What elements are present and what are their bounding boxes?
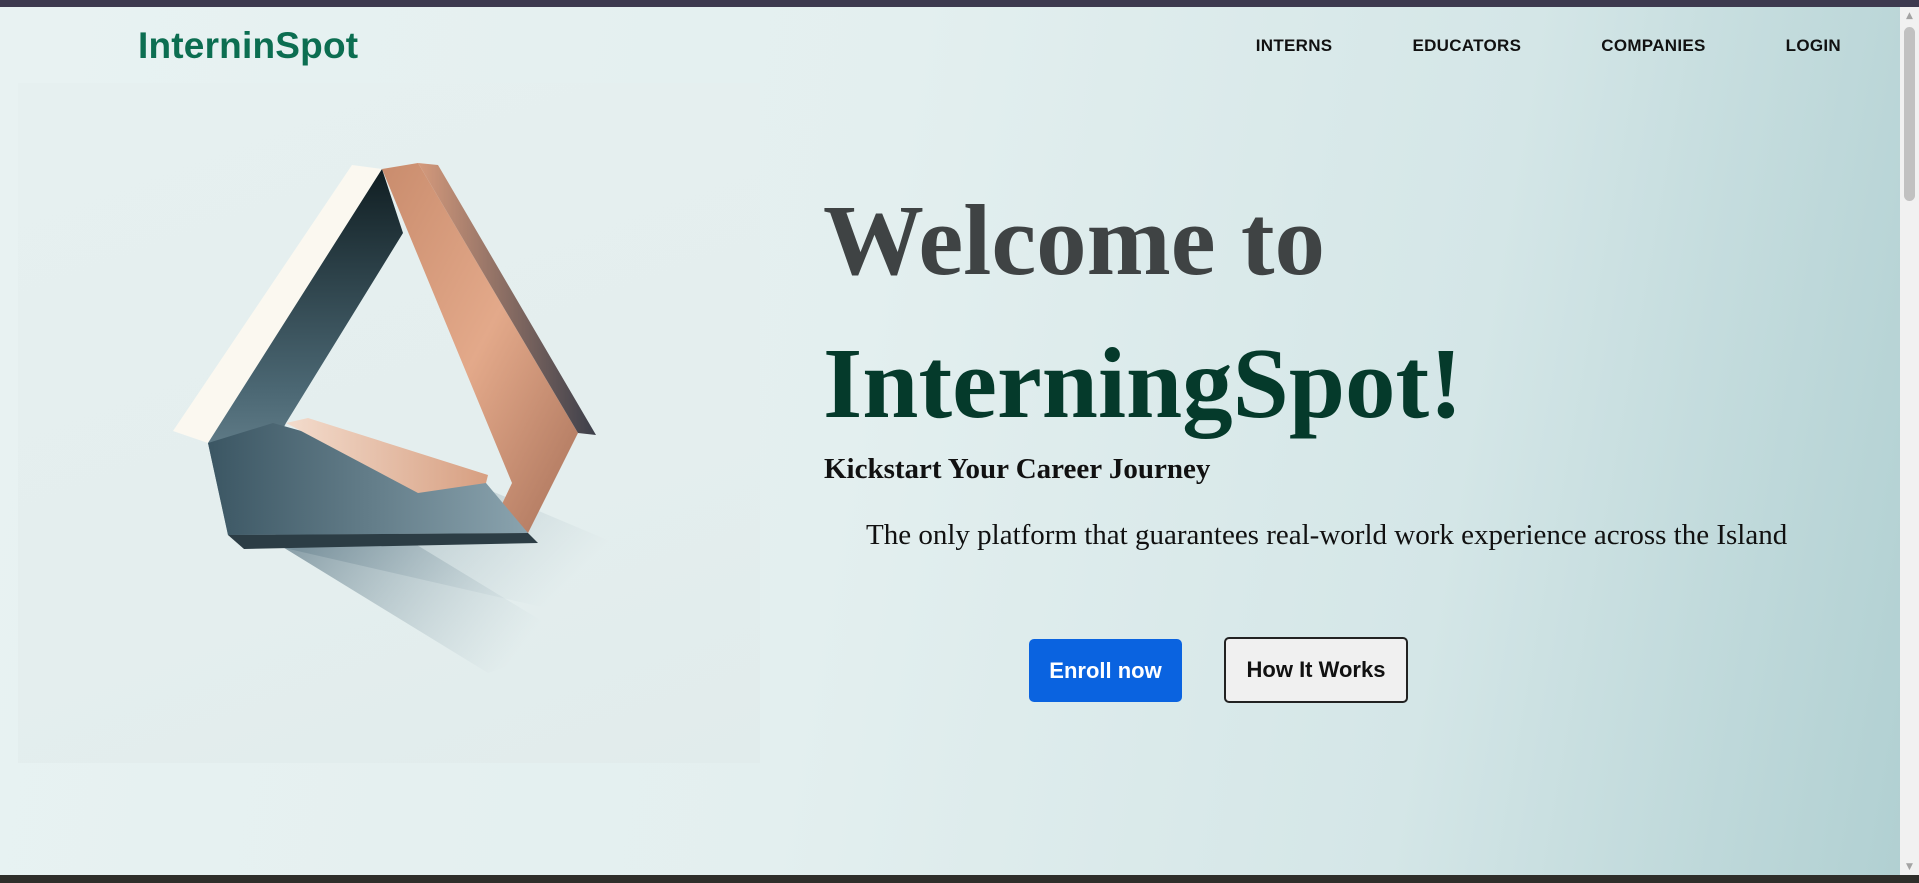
impossible-triangle-icon bbox=[173, 163, 638, 673]
headline-welcome: Welcome to bbox=[823, 184, 1325, 296]
how-it-works-button[interactable]: How It Works bbox=[1224, 637, 1408, 703]
headline-brand: InterningSpot! bbox=[823, 327, 1463, 439]
hero-illustration bbox=[18, 83, 760, 763]
enroll-now-button[interactable]: Enroll now bbox=[1029, 639, 1182, 702]
hero-headline: Welcome to InterningSpot! bbox=[823, 169, 1463, 455]
page-viewport: InterninSpot INTERNS EDUCATORS COMPANIES… bbox=[0, 7, 1900, 875]
scroll-down-arrow-icon[interactable]: ▼ bbox=[1900, 858, 1919, 875]
scrollbar-thumb[interactable] bbox=[1904, 27, 1915, 201]
nav-link-interns[interactable]: INTERNS bbox=[1256, 36, 1333, 56]
nav-link-companies[interactable]: COMPANIES bbox=[1601, 36, 1705, 56]
nav-link-login[interactable]: LOGIN bbox=[1786, 36, 1841, 56]
main-nav: INTERNS EDUCATORS COMPANIES LOGIN bbox=[1256, 36, 1841, 56]
hero-subheading: Kickstart Your Career Journey bbox=[824, 453, 1211, 485]
scroll-up-arrow-icon[interactable]: ▲ bbox=[1900, 7, 1919, 24]
vertical-scrollbar[interactable]: ▲ ▼ bbox=[1900, 7, 1919, 875]
hero-tagline: The only platform that guarantees real-w… bbox=[866, 519, 1788, 551]
site-logo[interactable]: InterninSpot bbox=[138, 25, 358, 67]
nav-link-educators[interactable]: EDUCATORS bbox=[1412, 36, 1521, 56]
window-top-border bbox=[0, 0, 1919, 7]
window-bottom-border bbox=[0, 875, 1919, 883]
